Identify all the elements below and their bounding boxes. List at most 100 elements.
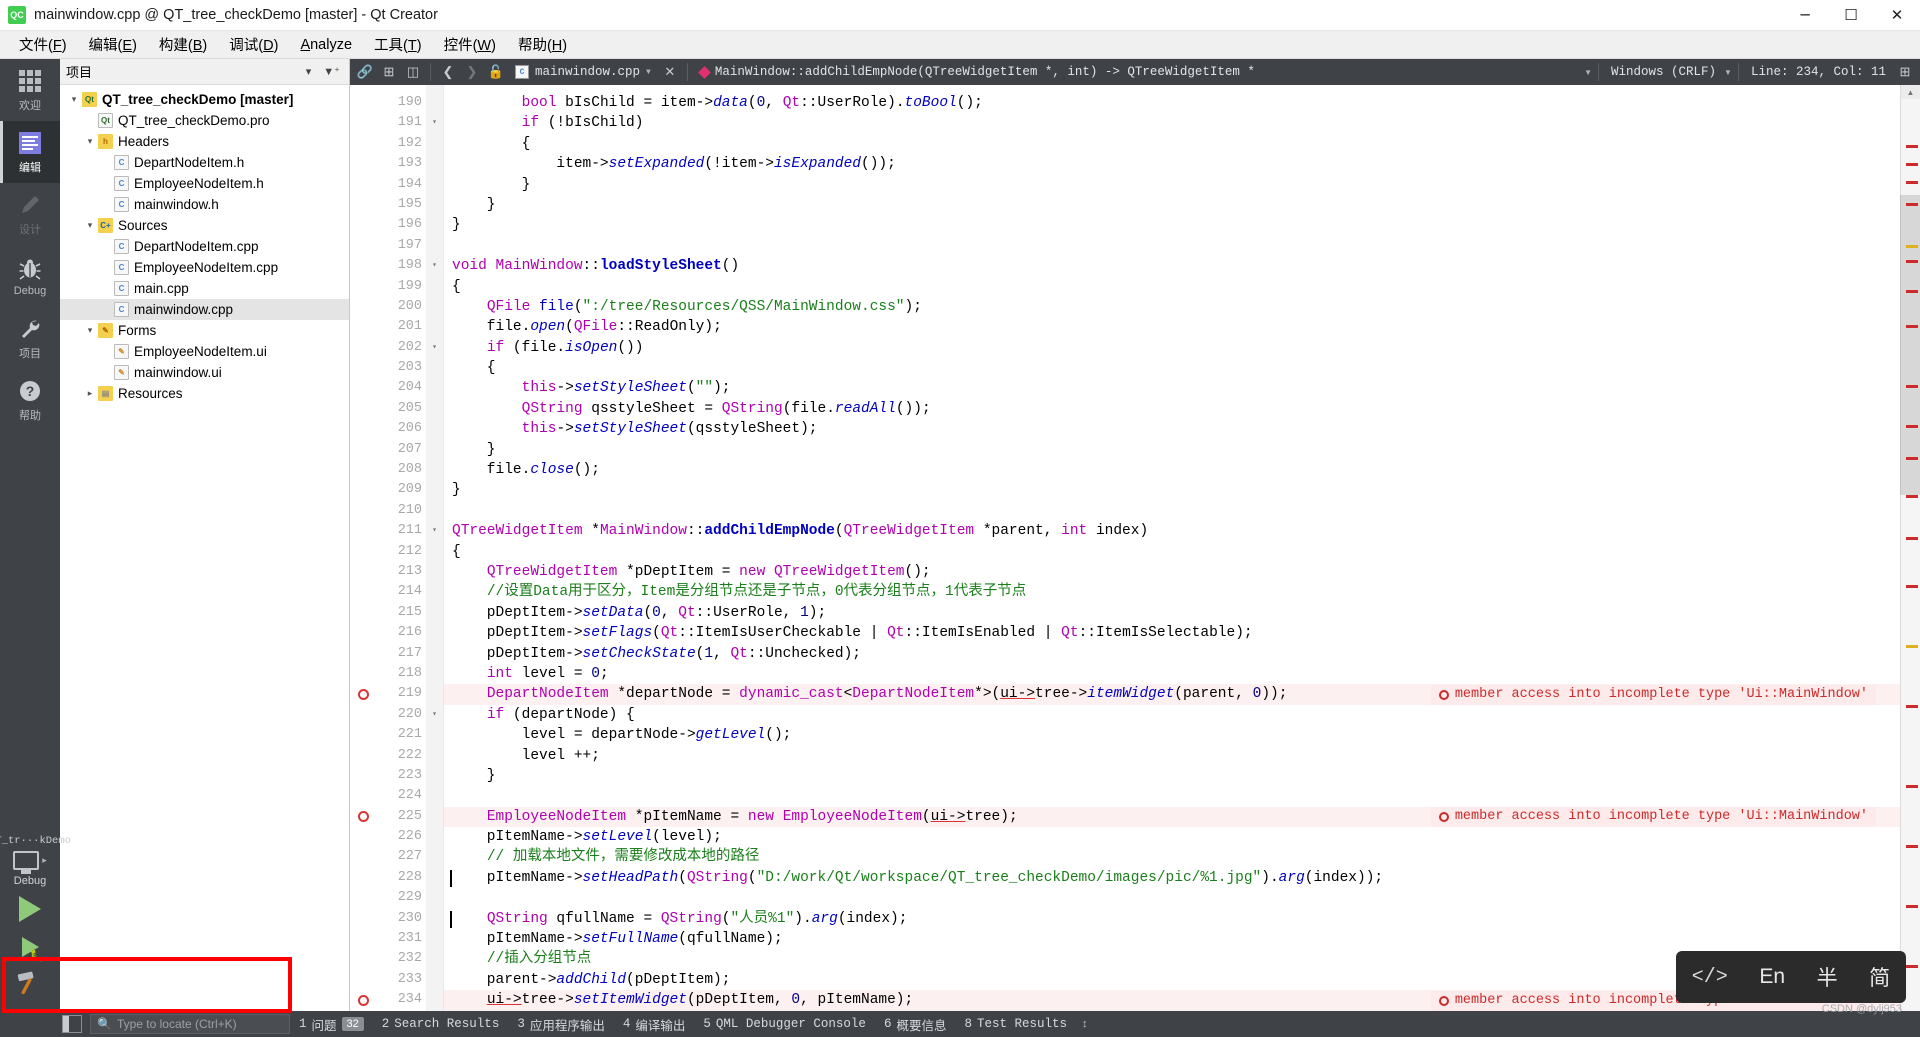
maximize-button[interactable]: ☐ <box>1828 0 1874 31</box>
tree-item-pro-file[interactable]: Qt QT_tree_checkDemo.pro <box>60 110 349 131</box>
fold-marker-icon[interactable]: ▾ <box>426 113 443 133</box>
mode-edit[interactable]: 编辑 <box>0 121 60 183</box>
tree-item-employeenodeitem-h[interactable]: C EmployeeNodeItem.h <box>60 173 349 194</box>
output-pane-qml-debugger[interactable]: 5 QML Debugger Console <box>694 1017 875 1031</box>
output-pane-updown-icon[interactable]: ↕ <box>1076 1018 1094 1030</box>
code-line[interactable]: pDeptItem->setData(0, Qt::UserRole, 1); <box>444 603 1900 623</box>
tree-item-project[interactable]: ▾ Qt QT_tree_checkDemo [master] <box>60 89 349 110</box>
code-line[interactable]: void MainWindow::loadStyleSheet() <box>444 256 1900 276</box>
menu-tools[interactable]: 工具(T) <box>363 30 433 59</box>
tree-item-employeenodeitem-ui[interactable]: ✎ EmployeeNodeItem.ui <box>60 341 349 362</box>
code-line[interactable]: } <box>444 175 1900 195</box>
code-line[interactable]: int level = 0; <box>444 664 1900 684</box>
code-line[interactable]: QTreeWidgetItem *MainWindow::addChildEmp… <box>444 521 1900 541</box>
chevron-down-icon[interactable]: ▾ <box>303 65 315 78</box>
code-line[interactable]: { <box>444 542 1900 562</box>
code-line[interactable]: pDeptItem->setCheckState(1, Qt::Unchecke… <box>444 644 1900 664</box>
expand-arrow-icon[interactable]: ▾ <box>82 220 98 231</box>
code-line[interactable]: if (!bIsChild) <box>444 113 1900 133</box>
tree-item-departnodeitem-h[interactable]: C DepartNodeItem.h <box>60 152 349 173</box>
toggle-sidebar-button[interactable] <box>62 1015 82 1033</box>
ime-floating-bar[interactable]: </> En 半 简 <box>1676 951 1906 1003</box>
code-line[interactable]: pItemName->setFullName(qfullName); <box>444 929 1900 949</box>
fold-marker-icon[interactable]: ▾ <box>426 256 443 276</box>
fold-marker-icon[interactable]: ▾ <box>426 338 443 358</box>
split-add-icon[interactable]: ⊞ <box>1894 61 1916 83</box>
menu-analyze[interactable]: Analyze <box>289 33 363 57</box>
link-editors-icon[interactable]: 🔗 <box>354 61 376 83</box>
fold-marker-icon[interactable]: ▾ <box>426 521 443 541</box>
code-line[interactable]: { <box>444 358 1900 378</box>
tree-item-headers[interactable]: ▾ h Headers <box>60 131 349 152</box>
code-line[interactable]: if (file.isOpen()) <box>444 338 1900 358</box>
code-line[interactable]: } <box>444 215 1900 235</box>
output-pane-issues[interactable]: 1 问题 32 <box>290 1015 373 1034</box>
scrollbar-thumb[interactable] <box>1900 195 1920 495</box>
code-line[interactable]: pDeptItem->setFlags(Qt::ItemIsUserChecka… <box>444 623 1900 643</box>
menu-debug[interactable]: 调试(D) <box>218 30 289 59</box>
code-line[interactable]: { <box>444 134 1900 154</box>
symbol-combo[interactable]: MainWindow::addChildEmpNode(QTreeWidgetI… <box>694 61 1582 83</box>
navigate-forward-icon[interactable]: ❯ <box>461 61 483 83</box>
tree-item-sources[interactable]: ▾ C+ Sources <box>60 215 349 236</box>
code-line[interactable]: level ++; <box>444 746 1900 766</box>
code-line[interactable]: } <box>444 195 1900 215</box>
expand-arrow-icon[interactable]: ▾ <box>82 136 98 147</box>
close-editor-icon[interactable]: ✕ <box>659 61 681 83</box>
menu-edit[interactable]: 编辑(E) <box>78 30 148 59</box>
code-line[interactable]: if (departNode) { <box>444 705 1900 725</box>
file-combo[interactable]: C mainwindow.cpp ▼ <box>509 61 657 83</box>
navigate-back-icon[interactable]: ❮ <box>437 61 459 83</box>
code-line[interactable]: file.close(); <box>444 460 1900 480</box>
code-text-area[interactable]: bool bIsChild = item->data(0, Qt::UserRo… <box>444 85 1900 1011</box>
code-line[interactable]: //设置Data用于区分，Item是分组节点还是子节点，0代表分组节点，1代表子… <box>444 582 1900 602</box>
mode-debug[interactable]: Debug <box>0 245 60 307</box>
error-marker-icon[interactable] <box>358 689 369 701</box>
lock-icon[interactable]: 🔓 <box>485 61 507 83</box>
symbol-chevron-down-icon[interactable]: ▼ <box>1584 68 1592 77</box>
code-line[interactable]: this->setStyleSheet(""); <box>444 378 1900 398</box>
line-ending-chevron-icon[interactable]: ▼ <box>1724 68 1732 77</box>
tree-item-main-cpp[interactable]: Cmain.cpp <box>60 278 349 299</box>
code-line[interactable]: // 加载本地文件，需要修改成本地的路径 <box>444 847 1900 867</box>
code-line[interactable]: pItemName->setLevel(level); <box>444 827 1900 847</box>
ime-width-mode-label[interactable]: 半 <box>1817 962 1838 992</box>
minimize-button[interactable]: ─ <box>1782 0 1828 31</box>
code-line[interactable]: file.open(QFile::ReadOnly); <box>444 317 1900 337</box>
code-line[interactable] <box>444 888 1900 908</box>
ime-language-label[interactable]: En <box>1759 965 1785 989</box>
run-button[interactable] <box>8 889 52 929</box>
mode-projects[interactable]: 项目 <box>0 307 60 369</box>
tree-item-mainwindow-ui[interactable]: ✎ mainwindow.ui <box>60 362 349 383</box>
code-view[interactable]: 190 191 192 193 194 195 196 197 198 199 200 201 202 2… <box>350 85 1900 1011</box>
output-pane-general-messages[interactable]: 6 概要信息 <box>875 1015 956 1034</box>
expand-arrow-icon[interactable]: ▾ <box>66 94 82 105</box>
tree-item-mainwindow-h[interactable]: Cmainwindow.h <box>60 194 349 215</box>
start-debugging-button[interactable]: 🐛 <box>8 929 52 965</box>
output-pane-test-results[interactable]: 8 Test Results <box>955 1017 1076 1031</box>
code-line[interactable]: pItemName->setHeadPath(QString("D:/work/… <box>444 868 1900 888</box>
menu-window[interactable]: 控件(W) <box>433 30 507 59</box>
expand-arrow-icon[interactable]: ▸ <box>82 388 98 399</box>
code-line[interactable]: QString qfullName = QString("人员%1").arg(… <box>444 909 1900 929</box>
tree-item-resources[interactable]: ▸ ▤ Resources <box>60 383 349 404</box>
code-line[interactable] <box>444 501 1900 521</box>
code-line[interactable]: QString qsstyleSheet = QString(file.read… <box>444 399 1900 419</box>
fold-column[interactable]: ▾ ▾ ▾ ▾ ▾ <box>426 85 444 1011</box>
ime-script-mode-label[interactable]: 简 <box>1869 962 1890 992</box>
ime-code-icon[interactable]: </> <box>1692 966 1728 989</box>
split-side-by-side-icon[interactable]: ◫ <box>402 61 424 83</box>
close-button[interactable]: ✕ <box>1874 0 1920 31</box>
code-line[interactable]: QTreeWidgetItem *pDeptItem = new QTreeWi… <box>444 562 1900 582</box>
code-line[interactable]: { <box>444 277 1900 297</box>
code-line[interactable]: } <box>444 440 1900 460</box>
output-pane-search-results[interactable]: 2 Search Results <box>373 1017 509 1031</box>
code-line[interactable]: } <box>444 766 1900 786</box>
mode-help[interactable]: ? 帮助 <box>0 369 60 431</box>
code-line[interactable] <box>444 786 1900 806</box>
output-pane-compile-output[interactable]: 4 编译输出 <box>614 1015 695 1034</box>
split-editor-icon[interactable]: ⊞ <box>378 61 400 83</box>
filter-icon[interactable]: ▼⁺ <box>320 65 343 78</box>
code-line[interactable]: level = departNode->getLevel(); <box>444 725 1900 745</box>
expand-arrow-icon[interactable]: ▾ <box>82 325 98 336</box>
